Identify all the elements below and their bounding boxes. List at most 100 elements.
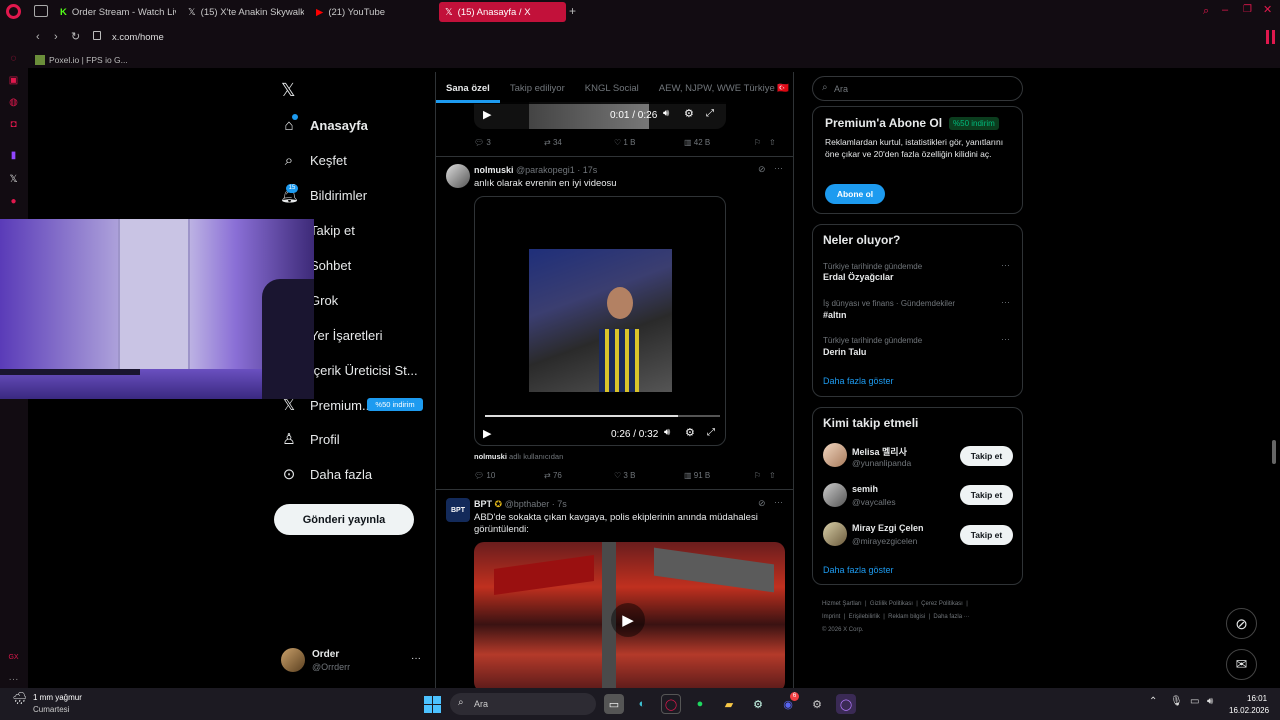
tweet1-video-player[interactable]: ▶ 0:26 / 0:32 🔊︎ ⚙ ⤢ (474, 196, 726, 446)
opera-gx-icon[interactable]: ◯ (661, 694, 681, 714)
search-box[interactable]: ⌕ Ara (812, 76, 1023, 101)
trend-menu-icon[interactable]: ··· (1001, 297, 1010, 307)
play-icon[interactable]: ▶ (611, 603, 645, 637)
post-button[interactable]: Gönderi yayınla (274, 504, 414, 535)
tab-youtube[interactable]: ▶ (21) YouTube (310, 2, 432, 22)
trends-show-more[interactable]: Daha fazla göster (823, 376, 894, 386)
taskbar-search[interactable]: ⌕ Ara (450, 693, 596, 715)
search-input[interactable]: Ara (834, 84, 848, 94)
settings-gear-icon[interactable]: ⚙ (685, 426, 695, 439)
opera-logo-icon[interactable] (6, 4, 21, 19)
messenger-icon[interactable]: ◍ (6, 95, 21, 110)
close-button[interactable]: ✕ (1263, 3, 1272, 16)
share-icon[interactable]: ⇧ (769, 138, 776, 147)
video-progress-track[interactable] (485, 415, 720, 417)
back-icon[interactable]: ‹ (36, 31, 40, 43)
account-name[interactable]: Order (312, 649, 339, 660)
trend2-name[interactable]: #altın (823, 310, 847, 320)
app-icon[interactable]: ⚙ (807, 694, 827, 714)
x-icon[interactable]: 𝕏 (6, 172, 21, 187)
tab-kngl-social[interactable]: KNGL Social (575, 83, 649, 94)
account-avatar[interactable] (281, 648, 305, 672)
bookmark-poxel[interactable]: Poxel.io | FPS io G... (49, 55, 128, 65)
clock-time[interactable]: 16:01 (1247, 694, 1267, 703)
file-explorer-icon[interactable]: ▰ (719, 694, 739, 714)
source-user[interactable]: nolmuski (474, 452, 507, 461)
red-app-icon[interactable]: ● (6, 194, 21, 209)
like-button[interactable]: ♡ 1 B (614, 138, 684, 147)
footer-imprint[interactable]: Imprint (822, 614, 840, 620)
spotify-icon[interactable]: ● (690, 694, 710, 714)
tweet2-handle[interactable]: @bpthaber · 7s (505, 499, 567, 509)
follow2-button[interactable]: Takip et (960, 485, 1013, 505)
grok-explain-icon[interactable]: ⊘ (758, 164, 766, 175)
tab-anakin[interactable]: 𝕏 (15) X'te Anakin Skywalker (182, 2, 304, 22)
trend-menu-icon[interactable]: ··· (1001, 260, 1010, 270)
volume-icon[interactable]: 🔊︎ (663, 108, 669, 119)
trend1-name[interactable]: Erdal Özyağcılar (823, 272, 894, 282)
edge-icon[interactable]: ◐ (632, 694, 652, 714)
footer-privacy[interactable]: Gizlilik Politikası (870, 601, 913, 607)
repost-button[interactable]: ⇄ 76 (544, 471, 614, 480)
clock-date[interactable]: 16.02.2026 (1229, 706, 1269, 715)
fullscreen-icon[interactable]: ⤢ (707, 427, 715, 438)
follow3-avatar[interactable] (823, 522, 847, 546)
grok-float-button[interactable]: ⊘ (1226, 608, 1257, 639)
weather-temp[interactable]: 1 mm yağmur (33, 693, 82, 702)
tab-following[interactable]: Takip ediliyor (500, 83, 575, 94)
tab-for-you[interactable]: Sana özel (436, 83, 500, 103)
maximize-button[interactable]: ❐ (1243, 4, 1252, 15)
tab-islands-icon[interactable] (34, 5, 48, 17)
play-icon[interactable]: ▶ (483, 427, 491, 440)
instagram-icon[interactable]: ◘ (6, 117, 21, 132)
top-video-player[interactable]: ▶ 0:01 / 0:26 🔊︎ ⚙ ⤢ (474, 102, 726, 129)
follow1-name[interactable]: Melisa 멜리사 (852, 445, 907, 458)
bookmark-icon[interactable]: ⚐ (754, 138, 769, 147)
gx-icon[interactable]: GX (6, 650, 21, 665)
follow-show-more[interactable]: Daha fazla göster (823, 565, 894, 575)
like-button[interactable]: ♡ 3 B (614, 471, 684, 480)
tray-overflow-icon[interactable]: ⌃ (1149, 696, 1157, 707)
views-button[interactable]: ▥ 42 B (684, 138, 754, 147)
url-field[interactable]: x.com/home (112, 32, 164, 43)
tab-x-home[interactable]: 𝕏 (15) Anasayfa / X (439, 2, 566, 22)
play-icon[interactable]: ▶ (483, 108, 491, 121)
settings-gear-icon[interactable]: ⚙ (684, 107, 694, 120)
forward-icon[interactable]: › (54, 31, 58, 43)
minimize-button[interactable]: – (1222, 4, 1228, 16)
footer-ads-info[interactable]: Reklam bilgisi (888, 614, 925, 620)
subscribe-button[interactable]: Abone ol (825, 184, 885, 204)
footer-more[interactable]: Daha fazla ··· (933, 614, 969, 620)
reply-button[interactable]: 💬︎ 3 (474, 138, 544, 147)
nav-profile[interactable]: ♙ Profil (280, 426, 339, 452)
search-icon[interactable]: ⌕ (1203, 5, 1209, 18)
network-icon[interactable]: ▭ (1190, 696, 1199, 707)
follow3-button[interactable]: Takip et (960, 525, 1013, 545)
tweet2-name[interactable]: BPT (474, 499, 492, 509)
twitch-icon[interactable]: ▮ (6, 148, 21, 163)
fullscreen-icon[interactable]: ⤢ (706, 108, 714, 119)
account-menu-icon[interactable]: ··· (411, 653, 421, 664)
trend3-name[interactable]: Derin Talu (823, 347, 866, 357)
tweet1-handle[interactable]: @parakopegi1 · 17s (516, 165, 597, 175)
x-logo-icon[interactable]: 𝕏 (281, 80, 296, 101)
task-view-icon[interactable]: ▭ (604, 694, 624, 714)
messages-float-button[interactable]: ✉ (1226, 649, 1257, 680)
new-tab-button[interactable]: + (569, 4, 576, 18)
tab-aew[interactable]: AEW, NJPW, WWE Türkiye 🇹🇷 (649, 83, 793, 94)
follow1-button[interactable]: Takip et (960, 446, 1013, 466)
follow2-name[interactable]: semih (852, 484, 878, 494)
steam-icon[interactable]: ⚙ (748, 694, 768, 714)
grok-explain-icon[interactable]: ⊘ (758, 498, 766, 509)
tweet-menu-icon[interactable]: ··· (774, 497, 783, 507)
tweet2-avatar[interactable]: BPT (446, 498, 470, 522)
volume-icon[interactable]: 🔊︎ (1207, 696, 1213, 707)
tweet-menu-icon[interactable]: ··· (774, 163, 783, 173)
reload-icon[interactable]: ↻ (71, 30, 80, 43)
bag-icon[interactable]: ▣ (6, 73, 21, 88)
taskbar-search-input[interactable]: Ara (474, 699, 488, 709)
tweet1-name[interactable]: nolmuski (474, 165, 514, 175)
tab-order-stream[interactable]: K Order Stream - Watch Live (54, 2, 176, 22)
start-button[interactable] (424, 696, 441, 713)
views-button[interactable]: ▥ 91 B (684, 471, 754, 480)
